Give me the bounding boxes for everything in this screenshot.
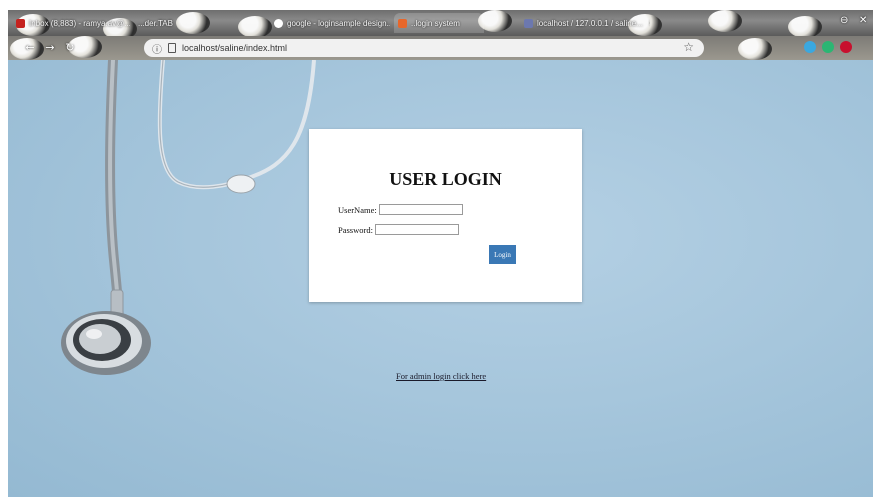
admin-login-link[interactable]: For admin login click here (396, 371, 486, 381)
tab-label: Inbox (8,883) - ramya.av@... (29, 18, 130, 28)
stethoscope-background-image (61, 60, 316, 375)
username-row: UserName: (338, 204, 463, 215)
login-button[interactable]: Login (489, 245, 516, 264)
tab-label: ...der.TAB (138, 18, 173, 28)
back-icon[interactable]: ← (22, 40, 38, 56)
theme-panda-decoration (738, 38, 772, 60)
password-input[interactable] (374, 224, 459, 235)
tab-label: google - loginsample design... (287, 18, 390, 28)
login-title: USER LOGIN (389, 169, 502, 189)
extension-icon[interactable] (804, 41, 816, 53)
reload-icon[interactable]: ↻ (62, 40, 78, 56)
theme-panda-decoration (238, 16, 272, 36)
extension-icon[interactable] (840, 41, 852, 53)
browser-tab-phpmyadmin[interactable]: localhost / 127.0.0.1 / saline... × (520, 13, 650, 33)
page-icon (168, 43, 176, 53)
username-input[interactable] (378, 204, 463, 215)
browser-tab-strip: Inbox (8,883) - ramya.av@... × ...der.TA… (8, 10, 873, 36)
login-card: USER LOGIN UserName: Password: Login (309, 129, 582, 302)
gmail-icon (16, 18, 25, 28)
extension-icon[interactable] (822, 41, 834, 53)
password-label: Password: (338, 224, 373, 235)
url-text[interactable]: localhost/saline/index.html (182, 43, 287, 53)
username-label: UserName: (338, 204, 377, 215)
page-viewport: USER LOGIN UserName: Password: Login For… (8, 60, 873, 497)
browser-tab-2[interactable]: ...der.TAB (134, 13, 194, 33)
page-favicon-icon (398, 18, 407, 28)
browser-toolbar: ← → ↻ ⓘ localhost/saline/index.html ☆ (8, 36, 873, 60)
address-bar[interactable]: ⓘ localhost/saline/index.html ☆ (144, 39, 704, 57)
google-icon (274, 18, 283, 28)
password-row: Password: (338, 224, 459, 235)
phpmyadmin-icon (524, 18, 533, 28)
forward-icon[interactable]: → (42, 40, 58, 56)
minimize-icon[interactable]: ⊖ (840, 15, 848, 26)
tab-label: ..login system (411, 18, 460, 28)
site-info-icon[interactable]: ⓘ (152, 41, 162, 56)
bookmark-star-icon[interactable]: ☆ (683, 40, 694, 54)
tab-label: localhost / 127.0.0.1 / saline... (537, 18, 643, 28)
theme-panda-decoration (708, 10, 742, 32)
browser-tab-inbox[interactable]: Inbox (8,883) - ramya.av@... × (12, 13, 130, 33)
close-tab-icon[interactable]: × (649, 18, 650, 28)
browser-tab-google[interactable]: google - loginsample design... × (270, 13, 390, 33)
close-window-icon[interactable]: ✕ (859, 15, 867, 26)
theme-panda-decoration (788, 16, 822, 36)
browser-tab-active[interactable]: ..login system (394, 13, 484, 33)
